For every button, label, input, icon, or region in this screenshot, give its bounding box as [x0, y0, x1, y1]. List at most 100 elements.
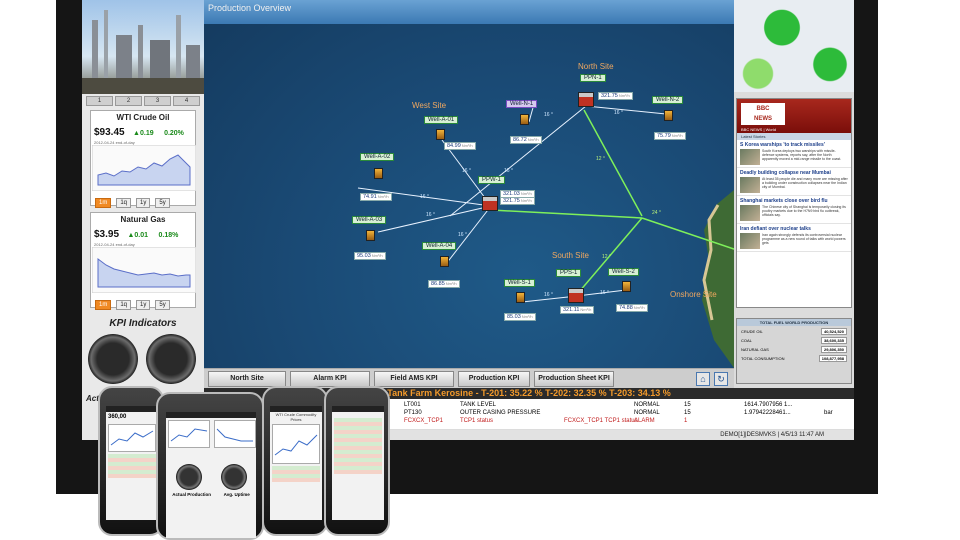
news-story[interactable]: S Korea warships 'to track missiles' Sou…: [737, 140, 851, 168]
phone-chart: [168, 420, 210, 448]
site-label-south: South Site: [552, 251, 589, 260]
gas-price: $3.95: [94, 229, 120, 240]
refresh-icon[interactable]: ↻: [714, 372, 728, 386]
dashboard-screen: 1 2 3 4 WTI Crude Oil $93.45 ▲0.19 0.20%…: [82, 0, 854, 440]
oil-well-icon[interactable]: [436, 129, 445, 140]
well-tag-well-s2[interactable]: Well-S-2: [608, 268, 639, 276]
kpi-gauge-left: [88, 334, 138, 384]
home-icon[interactable]: ⌂: [696, 372, 710, 386]
well-tag-well-n1[interactable]: Well-N-1: [506, 100, 538, 108]
oil-well-icon[interactable]: [440, 256, 449, 267]
gas-period-1m[interactable]: 1m: [95, 300, 112, 310]
wti-price-chart: [91, 144, 197, 192]
oil-well-icon[interactable]: [520, 114, 529, 125]
phone-3: WTI Crude Commodity Prices: [262, 386, 328, 536]
phone-gauge-label: Actual Production: [172, 492, 212, 497]
site-label-west: West Site: [412, 101, 447, 110]
gas-quote-widget: Natural Gas $3.95 ▲0.01 0.18% 2012-04-24…: [90, 212, 197, 310]
wti-period-1m[interactable]: 1m: [95, 198, 112, 208]
oil-well-icon[interactable]: [366, 230, 375, 241]
tab-4[interactable]: 4: [173, 96, 200, 106]
wti-period-1y[interactable]: 1y: [136, 198, 151, 208]
phone-chart: [214, 420, 256, 448]
news-story[interactable]: Shanghai markets close over bird flu The…: [737, 196, 851, 224]
gas-period-5y[interactable]: 5y: [155, 300, 170, 310]
well-value-ppw1-b: 321.75Nm³/h: [500, 197, 535, 205]
well-value-ppn1: 321.75Nm³/h: [598, 92, 633, 100]
gas-period-buttons: 1m 1q 1y 5y: [91, 298, 195, 312]
gas-change: ▲0.01: [127, 232, 149, 239]
nav-north-site-button[interactable]: North Site: [208, 371, 286, 387]
well-tag-well-a01[interactable]: Well-A-01: [424, 116, 459, 124]
phone-table: [272, 466, 320, 482]
well-value-well-s2: 74.88Nm³/h: [616, 304, 648, 312]
site-label-onshore: Onshore Site: [670, 290, 717, 299]
oil-well-icon[interactable]: [664, 110, 673, 121]
well-tag-ppw1[interactable]: PPW-1: [478, 176, 505, 184]
well-tag-well-n2[interactable]: Well-N-2: [652, 96, 684, 104]
well-value-well-s1: 85.03Nm³/h: [504, 313, 536, 321]
well-value-well-a02: 74.91Nm³/h: [360, 193, 392, 201]
wti-period-1q[interactable]: 1q: [116, 198, 132, 208]
bbc-news-widget: BBC NEWS BBC NEWS | World Latest Stories …: [736, 98, 852, 308]
wti-quote-widget: WTI Crude Oil $93.45 ▲0.19 0.20% 2012-04…: [90, 110, 197, 208]
site-label-north: North Site: [578, 62, 614, 71]
tab-2[interactable]: 2: [115, 96, 142, 106]
wti-change: ▲0.19: [133, 130, 154, 137]
phone-1: 360,00: [98, 386, 164, 536]
phone-gauge: [220, 464, 247, 490]
well-value-pps1: 321.11Nm³/h: [560, 306, 595, 314]
well-tag-well-a02[interactable]: Well-A-02: [360, 153, 395, 161]
pipeline-label: 24 °: [652, 210, 661, 216]
nav-production-kpi-button[interactable]: Production KPI: [458, 371, 530, 387]
nav-alarm-kpi-button[interactable]: Alarm KPI: [290, 371, 370, 387]
phone-table: [334, 418, 382, 474]
weather-radar-map[interactable]: [734, 0, 854, 92]
wti-price: $93.45: [94, 127, 125, 138]
well-tag-well-s1[interactable]: Well-S-1: [504, 279, 535, 287]
nav-production-sheet-kpi-button[interactable]: Production Sheet KPI: [534, 371, 614, 387]
news-story[interactable]: Iran defiant over nuclear talks Iran aga…: [737, 224, 851, 252]
production-map[interactable]: Production Overview North Site West Site…: [204, 0, 734, 368]
well-tag-well-a03[interactable]: Well-A-03: [352, 216, 387, 224]
news-story[interactable]: Deadly building collapse near Mumbai At …: [737, 168, 851, 196]
kpi-caption: Act: [86, 394, 99, 403]
nav-field-ams-kpi-button[interactable]: Field AMS KPI: [374, 371, 454, 387]
well-tag-pps1[interactable]: PPS-1: [556, 269, 582, 277]
oil-well-icon[interactable]: [516, 292, 525, 303]
wti-period-buttons: 1m 1q 1y 5y: [91, 196, 195, 210]
phone-table: [108, 454, 156, 478]
well-value-well-a04: 86.85Nm³/h: [428, 280, 460, 288]
pipeline-network: [357, 103, 734, 368]
pipeline-label: 12 °: [602, 254, 611, 260]
platform-icon[interactable]: [578, 92, 594, 107]
pipeline-label: 12 °: [596, 156, 605, 162]
tab-3[interactable]: 3: [144, 96, 171, 106]
well-tag-well-a04[interactable]: Well-A-04: [422, 242, 457, 250]
wti-title: WTI Crude Oil: [116, 113, 170, 122]
production-row: TOTAL CONSUMPTION 108,877,958: [737, 355, 851, 362]
phone-3-title: WTI Crude Commodity Prices: [275, 412, 317, 422]
platform-icon[interactable]: [568, 288, 584, 303]
platform-icon[interactable]: [482, 196, 498, 211]
phone-2: Actual Production Avg. Uptime: [156, 392, 264, 540]
right-panel: BBC NEWS BBC NEWS | World Latest Stories …: [734, 0, 854, 388]
production-row: COAL 38,600,335: [737, 337, 851, 344]
oil-well-icon[interactable]: [374, 168, 383, 179]
phone-1-value: 360,00: [108, 414, 127, 420]
news-thumbnail: [740, 233, 760, 249]
bbc-news-logo: BBC NEWS: [741, 103, 785, 125]
phone-3-screen: WTI Crude Commodity Prices: [270, 406, 322, 520]
kpi-gauge-right: [146, 334, 196, 384]
oil-well-icon[interactable]: [622, 281, 631, 292]
news-subtitle: BBC NEWS | World: [741, 127, 776, 132]
gas-period-1y[interactable]: 1y: [136, 300, 151, 310]
well-tag-ppn1[interactable]: PPN-1: [580, 74, 606, 82]
news-thumbnail: [740, 149, 760, 165]
connection-label: 16 °: [426, 212, 435, 218]
connection-label: 16 °: [504, 168, 513, 174]
phone-4: [324, 386, 390, 536]
wti-period-5y[interactable]: 5y: [155, 198, 170, 208]
tab-1[interactable]: 1: [86, 96, 113, 106]
gas-period-1q[interactable]: 1q: [116, 300, 132, 310]
